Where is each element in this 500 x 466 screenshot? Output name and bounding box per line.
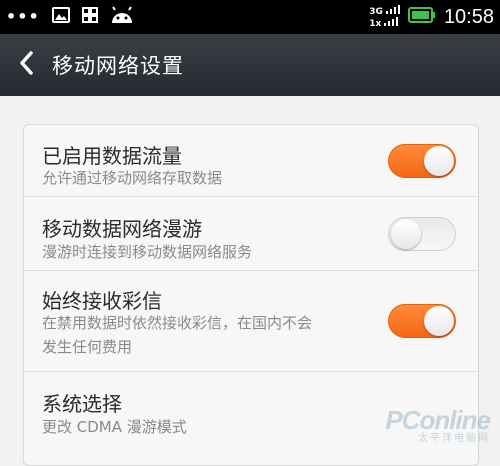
data-roaming-toggle[interactable] — [388, 217, 456, 251]
always-mms-toggle[interactable] — [388, 304, 456, 338]
chevron-left-icon — [18, 50, 34, 80]
page-title: 移动网络设置 — [52, 54, 184, 78]
title-bar: 移动网络设置 — [0, 34, 500, 96]
toggle-knob — [424, 306, 454, 336]
network-type-3g: 3G — [369, 7, 383, 17]
setting-title: 始终接收彩信 — [42, 289, 162, 313]
toggle-knob — [424, 146, 454, 176]
setting-subtitle: 漫游时连接到移动数据网络服务 — [42, 243, 253, 261]
setting-subtitle: 在禁用数据时依然接收彩信，在国内不会 发生任何费用 — [42, 311, 372, 359]
android-icon — [110, 6, 134, 28]
setting-title: 移动数据网络漫游 — [42, 217, 202, 241]
signal-icon — [384, 17, 399, 29]
status-bar: ••• 3G 1x 10:58 — [0, 0, 500, 34]
setting-row-always-mms[interactable]: 始终接收彩信 在禁用数据时依然接收彩信，在国内不会 发生任何费用 — [24, 271, 478, 372]
network-type-1x: 1x — [369, 19, 382, 29]
setting-title: 已启用数据流量 — [42, 144, 182, 168]
setting-title: 系统选择 — [42, 392, 122, 416]
image-icon — [51, 7, 70, 27]
signal-icon — [385, 5, 400, 17]
network-indicator: 3G 1x — [369, 5, 400, 29]
setting-subtitle-line: 在禁用数据时依然接收彩信，在国内不会 — [42, 314, 313, 332]
setting-subtitle-line: 发生任何费用 — [42, 338, 133, 356]
setting-subtitle: 更改 CDMA 漫游模式 — [42, 418, 187, 436]
more-dots-icon: ••• — [6, 7, 40, 26]
grid-icon — [81, 7, 98, 27]
setting-row-data-roaming[interactable]: 移动数据网络漫游 漫游时连接到移动数据网络服务 — [24, 197, 478, 271]
setting-subtitle: 允许通过移动网络存取数据 — [42, 169, 223, 187]
setting-row-data-enabled[interactable]: 已启用数据流量 允许通过移动网络存取数据 — [24, 125, 478, 197]
toggle-knob — [391, 219, 421, 249]
clock: 10:58 — [443, 5, 494, 28]
battery-icon — [407, 7, 436, 27]
setting-row-system-select[interactable]: 系统选择 更改 CDMA 漫游模式 — [24, 372, 478, 465]
settings-list: 已启用数据流量 允许通过移动网络存取数据 移动数据网络漫游 漫游时连接到移动数据… — [23, 124, 479, 466]
status-bar-right: 3G 1x 10:58 — [369, 0, 494, 34]
status-bar-left: ••• — [6, 0, 134, 34]
data-enabled-toggle[interactable] — [388, 144, 456, 178]
back-button[interactable] — [0, 34, 52, 96]
